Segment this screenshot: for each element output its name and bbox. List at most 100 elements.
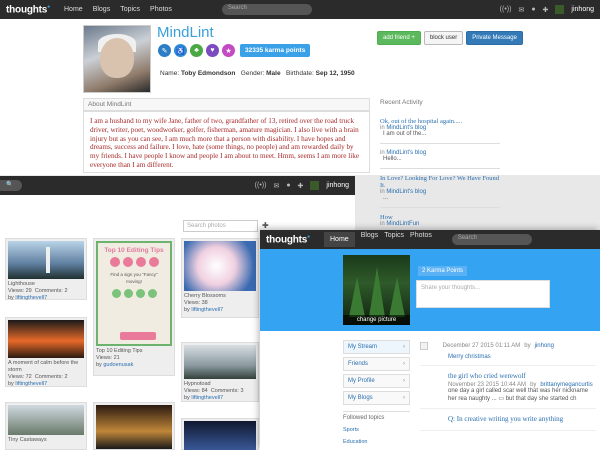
private-message-button[interactable]: Private Message bbox=[466, 31, 523, 45]
photo-caption: Lighthouse bbox=[8, 281, 35, 287]
sidebar-item-friends[interactable]: Friends › bbox=[343, 357, 410, 371]
chevron-right-icon: › bbox=[403, 395, 405, 401]
author-link[interactable]: liftingthevell7 bbox=[15, 295, 47, 301]
post-title[interactable]: Q: In creative writing you write anythin… bbox=[420, 415, 596, 423]
chevron-right-icon: › bbox=[403, 378, 405, 384]
chat-icon[interactable]: ● bbox=[286, 182, 290, 189]
search-photos-input[interactable]: Search photos bbox=[183, 220, 258, 232]
avatar[interactable] bbox=[555, 5, 565, 14]
author-link[interactable]: liftingthevell7 bbox=[191, 395, 223, 401]
wifi-icon[interactable]: ((•)) bbox=[255, 182, 267, 189]
photo-card[interactable] bbox=[93, 402, 175, 450]
profile-meta: Name: Toby Edmondson Gender: Male Birthd… bbox=[160, 70, 355, 77]
settings-icon[interactable]: ✚ bbox=[298, 182, 304, 190]
sidebar-item-my-blogs[interactable]: My Blogs › bbox=[343, 391, 410, 405]
pen-icon: ✎ bbox=[158, 44, 171, 57]
author-link[interactable]: gudoenusak bbox=[103, 362, 133, 368]
topbar: thoughts● Home Blogs Topics Photos Searc… bbox=[0, 0, 600, 19]
profile-actions: add friend + block user Private Message bbox=[377, 31, 523, 45]
username-label[interactable]: jinhong bbox=[571, 6, 594, 13]
photo-caption: Top 10 Editing Tips bbox=[96, 348, 143, 354]
nav-blogs[interactable]: Blogs bbox=[361, 232, 379, 247]
profile-username: MindLint bbox=[157, 24, 214, 41]
search-input[interactable]: Search bbox=[451, 234, 532, 245]
activity-item: How in MindLintFun bbox=[380, 214, 500, 227]
username-label[interactable]: jinhong bbox=[326, 182, 349, 189]
nav-home[interactable]: Home bbox=[64, 6, 83, 13]
activity-item: In Love? Looking For Love? We Have Found… bbox=[380, 175, 500, 201]
feed-post: Q: In creative writing you write anythin… bbox=[420, 415, 596, 431]
avatar[interactable] bbox=[420, 342, 428, 350]
badges: ✎ ♿ ♣ ♥ ★ 32335 karma points bbox=[158, 44, 311, 57]
photo-caption: Cherry Blossoms bbox=[184, 293, 226, 299]
followed-topics-label: Followed topics bbox=[343, 411, 410, 421]
topic-link[interactable]: Sports bbox=[343, 427, 410, 433]
photo-card[interactable] bbox=[181, 418, 259, 450]
activity-title[interactable]: In Love? Looking For Love? We Have Found… bbox=[380, 175, 500, 189]
activity-title[interactable]: How bbox=[380, 214, 500, 221]
activity-blog-link[interactable]: MindLint's blog bbox=[386, 189, 426, 195]
photo-card[interactable]: Top 10 Editing Tips Find a sign you "Fan… bbox=[93, 238, 175, 376]
photo-card[interactable]: Hypnotoad Views: 84 Comments: 3 by lifti… bbox=[181, 342, 259, 402]
add-icon[interactable]: ✚ bbox=[262, 221, 269, 230]
author-link[interactable]: jinhong bbox=[535, 343, 554, 349]
photo-card[interactable]: Lighthouse Views: 29 Comments: 2 by lift… bbox=[5, 238, 87, 301]
photo-caption: Tiny Castaways bbox=[8, 437, 47, 443]
karma-badge: 2 Karma Points bbox=[418, 266, 468, 276]
recent-activity-title: Recent Activity bbox=[380, 99, 423, 106]
search-input[interactable]: Search bbox=[221, 4, 312, 15]
wifi-icon[interactable]: ((•)) bbox=[500, 6, 512, 13]
feed-sidebar: My Stream › Friends › My Profile › My Blogs… bbox=[343, 340, 410, 445]
mail-icon[interactable]: ✉ bbox=[273, 182, 279, 190]
topic-link[interactable]: Education bbox=[343, 439, 410, 445]
activity-item: in MindLint's blog Hello... bbox=[380, 150, 427, 162]
topbar-icons: ((•)) ✉ ● ✚ jinhong bbox=[255, 181, 355, 190]
topbar: thoughts● Home Blogs Topics Photos Searc… bbox=[260, 230, 600, 249]
profile-window: thoughts● Home Blogs Topics Photos Searc… bbox=[0, 0, 600, 227]
nav-blogs[interactable]: Blogs bbox=[93, 6, 111, 13]
avatar[interactable] bbox=[310, 181, 320, 190]
poster-title: Top 10 Editing Tips bbox=[104, 247, 164, 254]
sidebar-item-my-profile[interactable]: My Profile › bbox=[343, 374, 410, 388]
settings-icon[interactable]: ✚ bbox=[543, 6, 549, 14]
photo-card[interactable]: A moment of calm before the storm Views:… bbox=[5, 317, 87, 387]
chevron-right-icon: › bbox=[403, 344, 405, 350]
karma-badge: 32335 karma points bbox=[240, 44, 311, 57]
accessibility-icon: ♿ bbox=[174, 44, 187, 57]
star-icon: ★ bbox=[222, 44, 235, 57]
nav-topics[interactable]: Topics bbox=[384, 232, 404, 247]
nav-photos[interactable]: Photos bbox=[150, 6, 172, 13]
activity-title[interactable]: Ok, out of the hospital again..... bbox=[380, 118, 500, 125]
feed-window: thoughts● Home Blogs Topics Photos Searc… bbox=[260, 230, 600, 450]
change-picture-button[interactable]: change picture bbox=[343, 315, 410, 325]
author-link[interactable]: liftingthevell7 bbox=[191, 307, 223, 313]
about-text: I am a husband to my wife Jane, father o… bbox=[83, 111, 370, 173]
sidebar-item-my-stream[interactable]: My Stream › bbox=[343, 340, 410, 354]
author-link[interactable]: liftingthevell7 bbox=[15, 381, 47, 387]
chevron-right-icon: › bbox=[403, 361, 405, 367]
photo-caption: A moment of calm before the storm bbox=[8, 360, 79, 373]
recent-activity: Recent Activity Ok, out of the hospital … bbox=[380, 99, 500, 233]
cover-picture[interactable]: change picture bbox=[343, 255, 410, 325]
mail-icon[interactable]: ✉ bbox=[518, 6, 524, 14]
nav-photos[interactable]: Photos bbox=[410, 232, 432, 247]
post-body: Merry christmas bbox=[448, 354, 491, 360]
activity-blog-link[interactable]: MindLintFun bbox=[386, 221, 419, 227]
main-nav: Home Blogs Topics Photos bbox=[58, 6, 172, 13]
nav-home[interactable]: Home bbox=[324, 232, 355, 247]
post-title[interactable]: the girl who cried werewolf bbox=[420, 372, 596, 380]
nav-topics[interactable]: Topics bbox=[120, 6, 140, 13]
search-input[interactable]: 🔍 bbox=[0, 180, 22, 191]
share-thoughts-input[interactable]: Share your thoughts... bbox=[416, 280, 550, 308]
heart-icon: ♥ bbox=[206, 44, 219, 57]
photo-card[interactable]: Tiny Castaways bbox=[5, 402, 87, 450]
profile-photo bbox=[83, 25, 151, 93]
feed-post: the girl who cried werewolf November 23 … bbox=[420, 372, 596, 409]
logo[interactable]: thoughts● bbox=[0, 4, 58, 15]
photo-caption: Hypnotoad bbox=[184, 381, 211, 387]
logo[interactable]: thoughts● bbox=[260, 234, 318, 245]
block-user-button[interactable]: block user bbox=[423, 31, 464, 45]
add-friend-button[interactable]: add friend + bbox=[377, 31, 421, 45]
photo-card[interactable]: Cherry Blossoms Views: 38 by liftingthev… bbox=[181, 238, 259, 318]
chat-icon[interactable]: ● bbox=[531, 6, 535, 13]
